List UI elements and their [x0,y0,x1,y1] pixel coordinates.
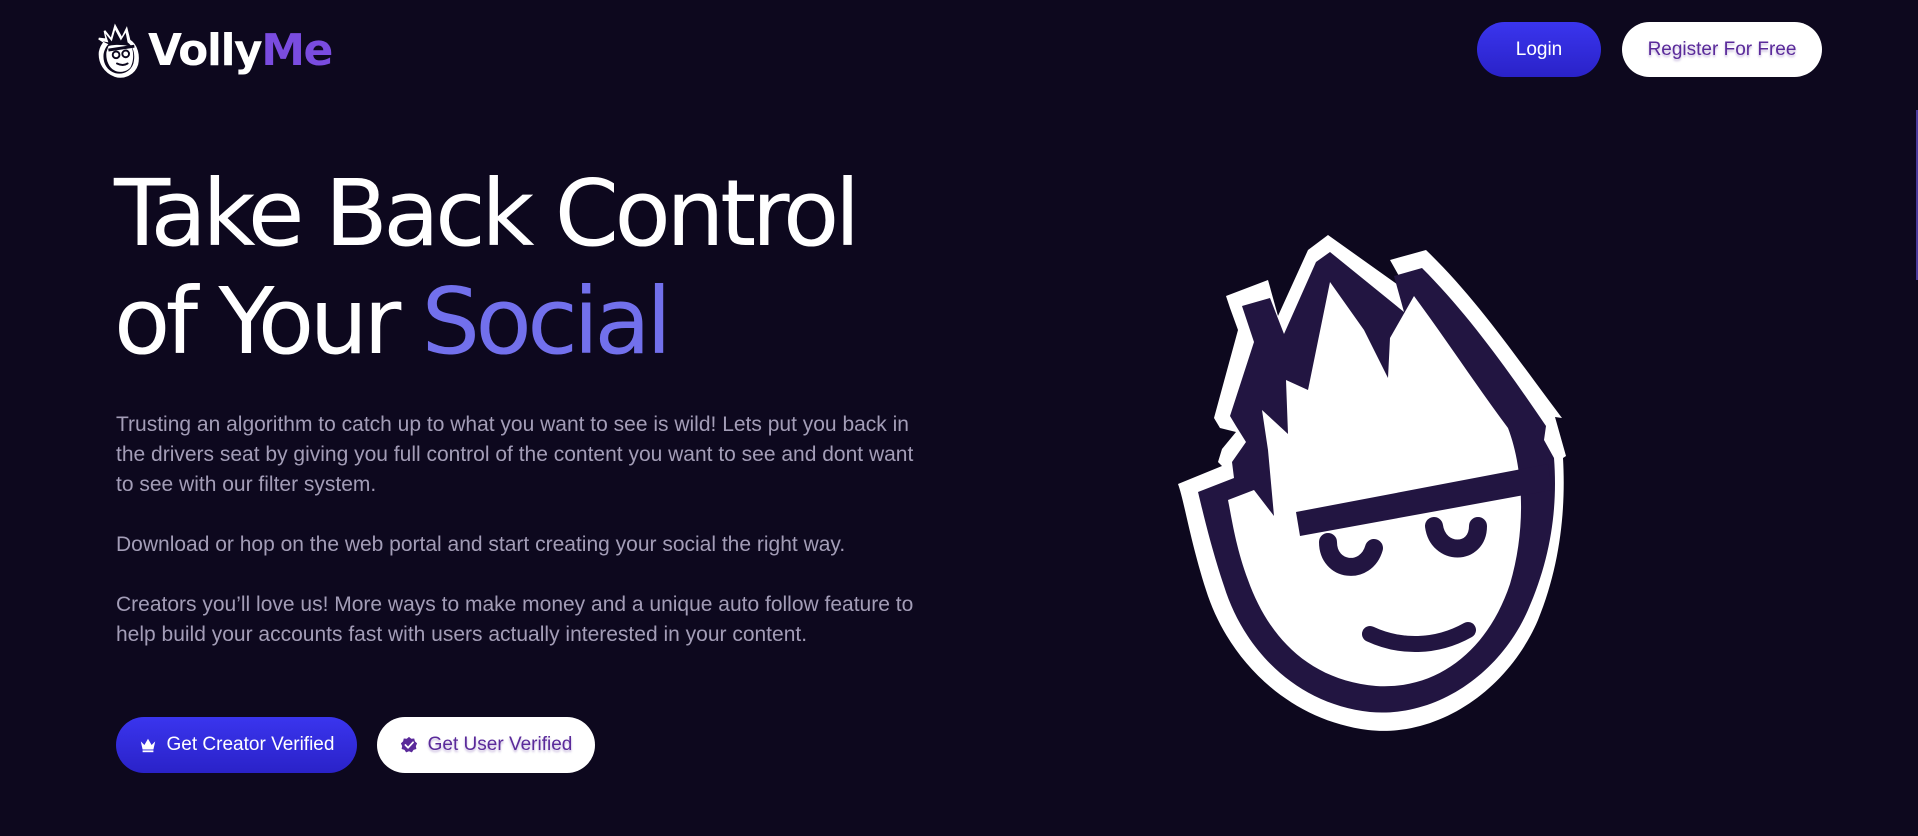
hero-title-line-2: of Your Social [114,268,1014,376]
hero-title: Take Back Control of Your Social [114,160,1014,376]
mascot-face-icon [1178,235,1566,731]
get-creator-verified-button[interactable]: Get Creator Verified [116,717,357,773]
mascot-logo-icon [98,23,139,78]
brand-logo[interactable]: VollyMe [94,22,333,80]
hero-paragraph-download: Download or hop on the web portal and st… [116,533,846,556]
crown-icon [139,736,157,754]
site-header: VollyMe Login Register For Free [0,0,1918,100]
hero-title-accent: Social [421,268,672,375]
hero-title-plain: of Your [114,268,422,375]
get-user-verified-button[interactable]: Get User Verified [377,717,595,773]
login-button[interactable]: Login [1477,22,1601,77]
get-user-verified-label: Get User Verified [427,734,573,755]
get-creator-verified-label: Get Creator Verified [166,734,335,755]
hero-paragraph-algorithm: Trusting an algorithm to catch up to wha… [116,413,914,496]
hero-title-line-1: Take Back Control [114,160,860,267]
hero-paragraph-creators: Creators you’ll love us! More ways to ma… [116,593,914,646]
register-button[interactable]: Register For Free [1622,22,1822,77]
verified-badge-icon [400,736,418,754]
brand-wordmark-volly: Volly [148,25,263,76]
hero-description: Trusting an algorithm to catch up to wha… [116,410,916,680]
brand-wordmark-me: Me [261,25,333,76]
brand-wordmark: VollyMe [148,29,333,73]
